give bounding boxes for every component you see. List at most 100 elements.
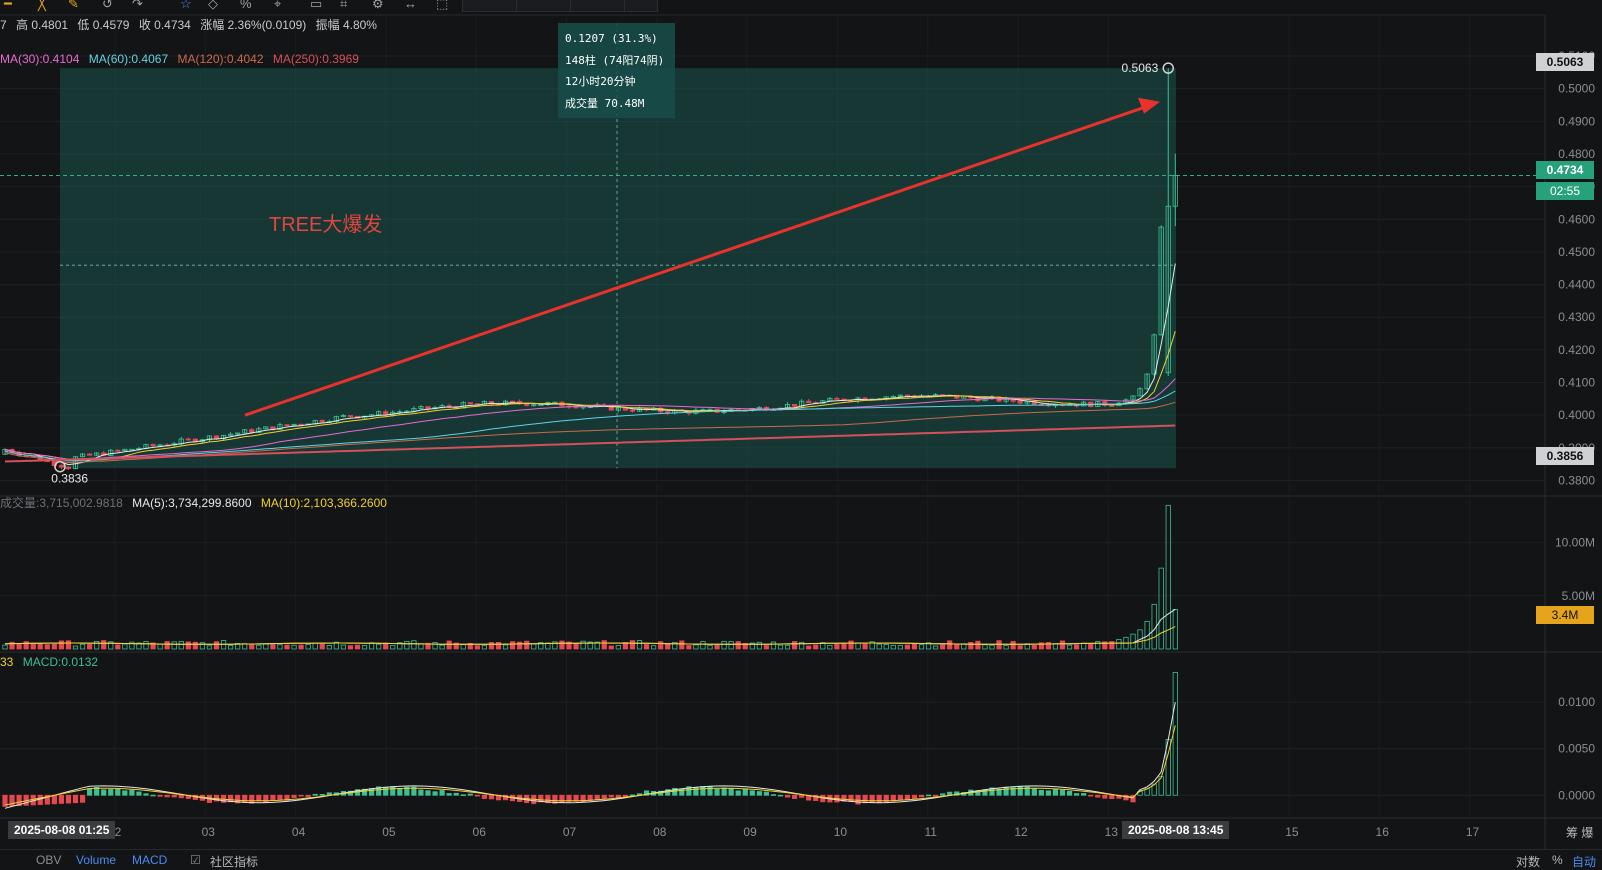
macd-histogram-bar bbox=[72, 794, 79, 804]
volume-bar bbox=[1172, 609, 1178, 650]
macd-histogram-bar bbox=[918, 794, 925, 798]
draw-icon[interactable]: ✎ bbox=[68, 0, 79, 12]
volume-bar bbox=[989, 644, 995, 650]
volume-bar bbox=[629, 640, 636, 650]
extend-icon[interactable]: ↔ bbox=[404, 0, 417, 11]
settings-icon[interactable]: ⚙ bbox=[372, 0, 384, 12]
macd-histogram-bar bbox=[65, 794, 72, 804]
volume-bar bbox=[524, 640, 530, 650]
tab-volume[interactable]: Volume bbox=[76, 853, 116, 867]
macd-histogram-bar bbox=[298, 794, 304, 797]
axis-corner-text: 筹 爆 bbox=[1566, 826, 1594, 840]
macd-histogram-bar bbox=[178, 794, 184, 799]
macd-histogram-bar bbox=[940, 793, 946, 796]
tab-obv[interactable]: OBV bbox=[36, 853, 61, 867]
candle-body bbox=[904, 394, 911, 397]
log-toggle[interactable]: 对数 bbox=[1516, 853, 1540, 870]
macd-histogram-bar bbox=[150, 794, 156, 797]
volume-bar bbox=[1095, 641, 1101, 650]
macd-histogram-bar bbox=[58, 794, 65, 804]
rect-icon[interactable]: ▭ bbox=[310, 0, 322, 12]
volume-tick-label: 5.00M bbox=[1562, 589, 1595, 603]
macd-histogram-bar bbox=[51, 794, 57, 805]
auto-toggle[interactable]: 自动 bbox=[1572, 853, 1596, 870]
macd-histogram-bar bbox=[87, 788, 93, 796]
candle-body bbox=[185, 438, 191, 441]
volume-bar bbox=[87, 643, 93, 650]
tooltip-volume: 成交量 70.48M bbox=[565, 96, 645, 110]
macd-histogram-bar bbox=[291, 794, 297, 798]
price-tick-label: 0.4000 bbox=[1558, 408, 1595, 422]
volume-bar bbox=[51, 643, 57, 650]
volume-bar bbox=[23, 641, 29, 650]
percent-icon[interactable]: % bbox=[240, 0, 252, 11]
volume-bar bbox=[340, 644, 347, 650]
macd-histogram-bar bbox=[474, 794, 480, 797]
macd-histogram-bar bbox=[1017, 786, 1023, 796]
ohlc-high: 高 0.4801 bbox=[16, 18, 69, 32]
range-tooltip: 0.1207 (31.3%) 148柱 (74阳74阴) 12小时20分钟 成交… bbox=[558, 23, 675, 118]
macd-label: MACD:0.0132 bbox=[22, 655, 99, 669]
volume-bar bbox=[94, 641, 100, 650]
indicator-icon[interactable]: ━ bbox=[4, 0, 12, 12]
star-icon[interactable]: ☆ bbox=[180, 0, 192, 12]
volume-bar bbox=[1010, 641, 1016, 650]
volume-bar bbox=[559, 640, 565, 650]
volume-bar bbox=[834, 643, 840, 650]
macd-histogram-bar bbox=[467, 793, 473, 796]
volume-bar bbox=[79, 643, 86, 650]
cursor-icon[interactable]: ⌖ bbox=[274, 0, 281, 12]
macd-histogram-bar bbox=[425, 790, 431, 796]
volume-bar bbox=[735, 641, 741, 650]
diamond-icon[interactable]: ◇ bbox=[208, 0, 218, 12]
toolbar-segment[interactable] bbox=[570, 0, 626, 12]
camera-icon[interactable]: ⌗ bbox=[340, 0, 347, 12]
volume-bar bbox=[1116, 639, 1122, 650]
volume-ma5-label: MA(5):3,734,299.8600 bbox=[132, 496, 252, 510]
macd-histogram-bar bbox=[277, 794, 283, 801]
volume-bar bbox=[460, 644, 466, 650]
volume-bar bbox=[2, 644, 8, 650]
toolbar-segment[interactable] bbox=[624, 0, 658, 12]
frame-icon[interactable]: ⬚ bbox=[436, 0, 448, 12]
volume-bar bbox=[665, 644, 671, 650]
volume-bar bbox=[756, 641, 762, 650]
volume-bar bbox=[792, 641, 798, 650]
tab-community[interactable]: 社区指标 bbox=[210, 853, 258, 870]
macd-histogram-bar bbox=[1109, 794, 1115, 800]
toolbar-segment[interactable] bbox=[516, 0, 572, 12]
undo-icon[interactable]: ↺ bbox=[102, 0, 113, 12]
tab-macd[interactable]: MACD bbox=[132, 853, 167, 867]
volume-bar bbox=[383, 642, 389, 650]
volume-bar bbox=[101, 640, 107, 650]
percent-toggle[interactable]: % bbox=[1552, 853, 1563, 867]
peak-label: 0.5063 bbox=[1122, 61, 1159, 75]
volume-bar bbox=[763, 645, 770, 650]
ohlc-low: 低 0.4579 bbox=[77, 18, 130, 32]
redo-icon[interactable]: ↷ bbox=[132, 0, 143, 12]
community-icon[interactable]: ☑ bbox=[190, 853, 201, 867]
price-tick-label: 0.4300 bbox=[1558, 310, 1595, 324]
macd-histogram-bar bbox=[1031, 788, 1037, 796]
volume-bar bbox=[199, 642, 205, 650]
macd-histogram-bar bbox=[770, 794, 777, 796]
macd-histogram-bar bbox=[143, 793, 149, 796]
macd-histogram-bar bbox=[925, 794, 932, 797]
time-tick-label: 03 bbox=[202, 825, 216, 839]
toolbar-segment[interactable] bbox=[462, 0, 518, 12]
volume-bar bbox=[601, 640, 607, 650]
volume-bar bbox=[1066, 644, 1073, 650]
bottom-tab-bar: OBV Volume MACD ☑ 社区指标 对数 % 自动 bbox=[0, 849, 1602, 870]
volume-bar bbox=[44, 644, 50, 650]
macd-histogram-bar bbox=[622, 794, 629, 797]
volume-tick-label: 10.00M bbox=[1555, 536, 1595, 550]
line-icon[interactable]: ╳ bbox=[38, 0, 46, 12]
volume-bar bbox=[700, 641, 706, 650]
volume-bar bbox=[883, 643, 889, 650]
ma-legend: MA(30):0.4104 MA(60):0.4067 MA(120):0.40… bbox=[0, 52, 365, 66]
macd-histogram-bar bbox=[792, 794, 798, 799]
chart-canvas[interactable]: 0.51000.50000.49000.48000.47000.46000.45… bbox=[0, 0, 1602, 867]
time-tick-label: 13 bbox=[1105, 825, 1119, 839]
volume-bar bbox=[37, 643, 43, 650]
time-tick-label: 04 bbox=[292, 825, 306, 839]
